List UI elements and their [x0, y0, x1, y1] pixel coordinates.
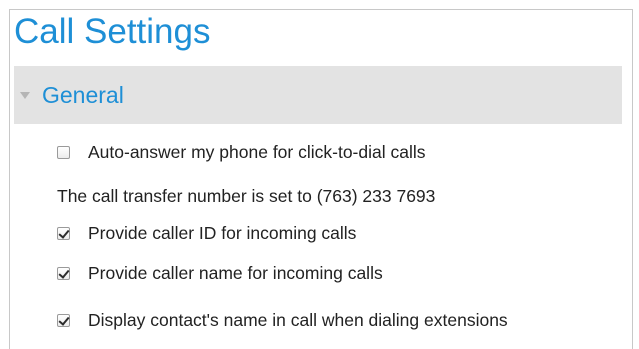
caller-name-label[interactable]: Provide caller name for incoming calls	[88, 263, 383, 284]
section-header-general[interactable]: General	[14, 66, 622, 124]
auto-answer-checkbox[interactable]	[57, 146, 70, 159]
call-settings-panel	[9, 9, 633, 349]
setting-contact-name[interactable]: Display contact's name in call when dial…	[57, 310, 508, 331]
contact-name-checkbox[interactable]	[57, 314, 70, 327]
chevron-down-icon[interactable]	[20, 91, 30, 99]
caller-name-checkbox[interactable]	[57, 267, 70, 280]
section-title: General	[42, 81, 124, 108]
caller-id-label[interactable]: Provide caller ID for incoming calls	[88, 223, 356, 244]
caller-id-checkbox[interactable]	[57, 227, 70, 240]
call-transfer-info: The call transfer number is set to (763)…	[57, 186, 435, 207]
call-transfer-text: The call transfer number is set to (763)…	[57, 186, 436, 206]
contact-name-label[interactable]: Display contact's name in call when dial…	[88, 310, 508, 331]
setting-caller-name[interactable]: Provide caller name for incoming calls	[57, 263, 383, 284]
page-title: Call Settings	[14, 12, 211, 51]
setting-caller-id[interactable]: Provide caller ID for incoming calls	[57, 223, 356, 244]
auto-answer-label[interactable]: Auto-answer my phone for click-to-dial c…	[88, 142, 426, 163]
setting-auto-answer[interactable]: Auto-answer my phone for click-to-dial c…	[57, 142, 426, 163]
